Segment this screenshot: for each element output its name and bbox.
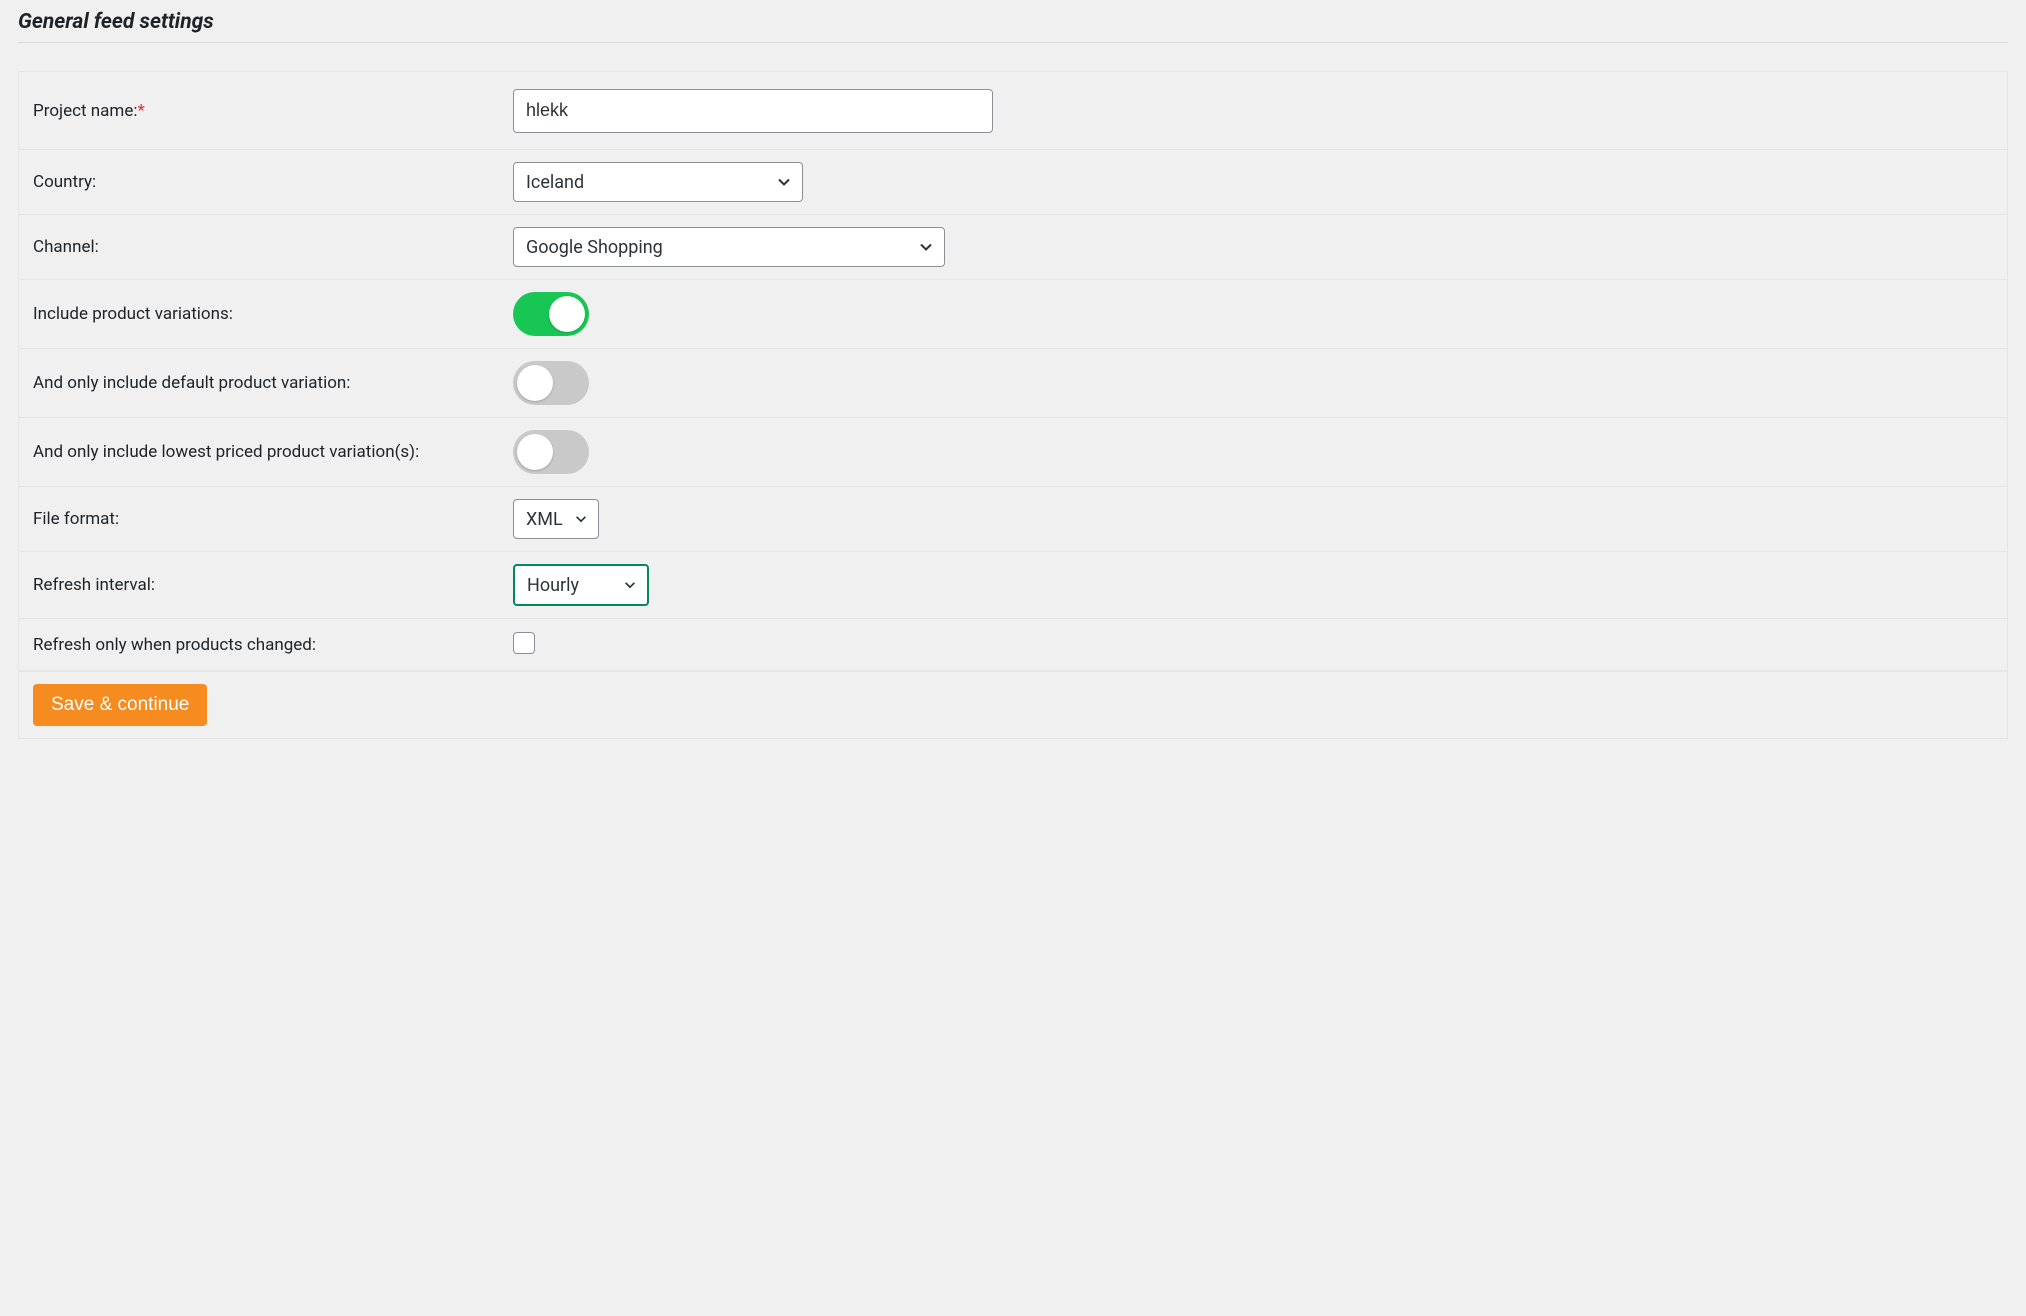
required-asterisk: * [137, 101, 144, 121]
chevron-down-icon [623, 578, 637, 592]
channel-select[interactable]: Google Shopping [513, 227, 945, 267]
chevron-down-icon [574, 512, 588, 526]
row-only-lowest-priced: And only include lowest priced product v… [19, 418, 2007, 487]
file-format-label: File format: [33, 509, 513, 529]
row-project-name: Project name:* [19, 72, 2007, 150]
channel-value: Google Shopping [526, 237, 663, 258]
only-default-variation-toggle[interactable] [513, 361, 589, 405]
country-select[interactable]: Iceland [513, 162, 803, 202]
refresh-only-changed-checkbox[interactable] [513, 632, 535, 654]
only-lowest-priced-toggle[interactable] [513, 430, 589, 474]
row-channel: Channel: Google Shopping [19, 215, 2007, 280]
settings-table: Project name:* Country: Iceland Channel:… [18, 71, 2008, 739]
row-refresh-only-changed: Refresh only when products changed: [19, 619, 2007, 671]
refresh-only-changed-label: Refresh only when products changed: [33, 635, 513, 655]
row-refresh-interval: Refresh interval: Hourly [19, 552, 2007, 619]
chevron-down-icon [918, 239, 934, 255]
project-name-label: Project name:* [33, 101, 513, 121]
chevron-down-icon [776, 174, 792, 190]
refresh-interval-value: Hourly [527, 575, 579, 596]
only-lowest-priced-label: And only include lowest priced product v… [33, 442, 513, 462]
row-include-variations: Include product variations: [19, 280, 2007, 349]
include-variations-label: Include product variations: [33, 304, 513, 324]
only-default-variation-label: And only include default product variati… [33, 373, 513, 393]
country-value: Iceland [526, 172, 584, 193]
row-country: Country: Iceland [19, 150, 2007, 215]
file-format-select[interactable]: XML [513, 499, 599, 539]
save-continue-button[interactable]: Save & continue [33, 684, 207, 726]
row-only-default-variation: And only include default product variati… [19, 349, 2007, 418]
label-text: Project name: [33, 101, 137, 121]
country-label: Country: [33, 172, 513, 192]
section-title: General feed settings [18, 10, 2008, 43]
row-file-format: File format: XML [19, 487, 2007, 552]
channel-label: Channel: [33, 237, 513, 257]
footer-row: Save & continue [19, 671, 2007, 738]
file-format-value: XML [526, 509, 563, 530]
include-variations-toggle[interactable] [513, 292, 589, 336]
refresh-interval-label: Refresh interval: [33, 575, 513, 595]
project-name-input[interactable] [513, 89, 993, 133]
refresh-interval-select[interactable]: Hourly [513, 564, 649, 606]
